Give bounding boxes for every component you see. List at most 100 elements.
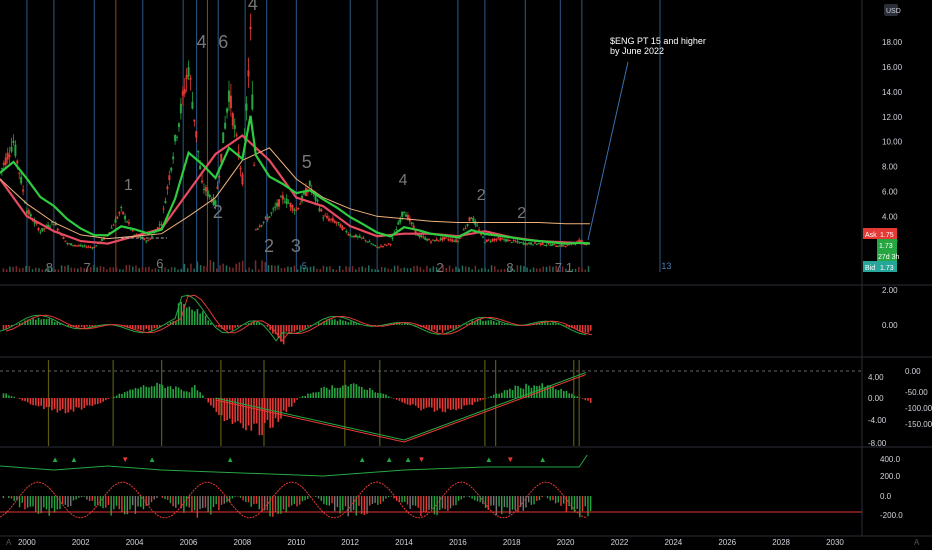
candle-body: [383, 244, 386, 246]
candle-body: [431, 239, 434, 241]
osc-bar: [202, 311, 204, 325]
candle-body: [66, 242, 69, 244]
price-chart[interactable]: 4 645422122 38 7 6 2 8 7 15 13$ENG PT 15 and high…: [0, 0, 932, 550]
osc-bar: [51, 319, 53, 325]
price-axis-label: 10.00: [882, 138, 903, 147]
time-axis-label: 2000: [18, 538, 36, 547]
volume-bar: [364, 267, 367, 272]
pane4-bar: [360, 496, 363, 515]
pane4-bar: [336, 496, 339, 508]
volume-bar: [35, 267, 37, 272]
volume-bar: [355, 269, 357, 272]
osc-bar: [336, 320, 339, 325]
hist-bar: [404, 398, 406, 404]
volume-bar: [206, 266, 208, 272]
volume-bar: [409, 268, 412, 272]
osc-bar: [401, 323, 403, 325]
volume-bar: [67, 265, 69, 272]
candle-body: [114, 219, 117, 223]
pane4-bar: [45, 496, 48, 510]
osc-bar: [455, 325, 457, 329]
pane4-bar: [202, 496, 204, 509]
osc-bar: [350, 321, 352, 325]
volume-bar: [186, 268, 189, 272]
osc-bar: [145, 325, 148, 329]
candle-body: [343, 227, 346, 229]
volume-bar: [193, 268, 195, 272]
annotation-text: $ENG PT 15 and higher: [610, 36, 706, 46]
candle-body: [147, 240, 150, 242]
hist-bar: [88, 398, 91, 406]
time-axis-label: 2014: [395, 538, 413, 547]
hist-bar: [387, 396, 390, 398]
volume-bar: [490, 265, 493, 272]
pane4-bar: [72, 496, 75, 501]
candle-body: [412, 225, 415, 229]
hist-bar: [476, 398, 479, 402]
candle-body: [206, 190, 209, 197]
hist-bar: [369, 388, 371, 398]
wave-label: 1: [566, 260, 573, 275]
hist-bar: [277, 398, 280, 423]
candle-body: [151, 235, 154, 237]
candle-body: [403, 211, 406, 213]
volume-bar: [80, 267, 82, 272]
hist-bar: [269, 398, 271, 429]
hist-bar: [355, 384, 358, 398]
time-axis-label: 2004: [126, 538, 144, 547]
candle-body: [262, 221, 265, 223]
volume-bar: [494, 266, 496, 272]
candle-body: [168, 175, 171, 181]
candle-body: [245, 103, 248, 111]
candle-body: [441, 237, 444, 241]
hist-bar: [401, 398, 403, 403]
candle-body: [389, 244, 392, 246]
pane4-bar: [274, 496, 277, 512]
hist-bar: [331, 385, 333, 398]
candle-body: [399, 219, 402, 223]
pane4-bar: [32, 496, 34, 507]
candle-body: [333, 220, 336, 223]
volume-bar: [397, 265, 399, 272]
hist-bar: [498, 393, 500, 398]
pane4-bar: [571, 496, 573, 510]
osc-bar: [557, 324, 560, 325]
pane4-bar: [492, 496, 495, 506]
candle-body: [531, 244, 534, 246]
pane4-bar: [339, 496, 341, 514]
pane4-bar: [253, 496, 255, 505]
pane3-axis-label-right: -50.00: [905, 388, 928, 397]
candle-body: [535, 243, 538, 245]
volume-bar: [280, 268, 283, 272]
volume-bar: [519, 265, 522, 272]
pane3-axis-label-right: -100.00: [905, 404, 932, 413]
hist-bar: [562, 391, 565, 398]
hist-bar: [26, 398, 29, 403]
osc-bar: [94, 325, 96, 326]
pane4-bar: [471, 496, 473, 499]
hist-bar: [167, 386, 169, 398]
osc-bar: [167, 323, 169, 325]
candle-body: [439, 238, 442, 241]
hist-bar: [460, 398, 463, 410]
volume-bar: [445, 267, 448, 272]
osc-bar: [43, 318, 45, 325]
volume-bar: [329, 266, 331, 272]
candle-body: [430, 241, 432, 243]
hist-bar: [312, 392, 315, 398]
candle-body: [530, 242, 533, 245]
pane4-bar: [374, 496, 376, 503]
wave-label: 4: [248, 0, 258, 14]
volume-bar: [241, 260, 244, 272]
volume-bar: [526, 267, 528, 272]
osc-bar: [546, 321, 549, 325]
pane4-bar: [401, 496, 403, 503]
hist-bar: [431, 398, 433, 408]
osc-bar: [342, 320, 344, 325]
osc-bar: [228, 325, 231, 330]
pane3-axis-label: -8.00: [868, 439, 887, 448]
pane4-bar: [53, 496, 56, 513]
osc-bar: [180, 301, 183, 325]
volume-bar: [500, 269, 502, 272]
osc-bar: [589, 325, 592, 331]
